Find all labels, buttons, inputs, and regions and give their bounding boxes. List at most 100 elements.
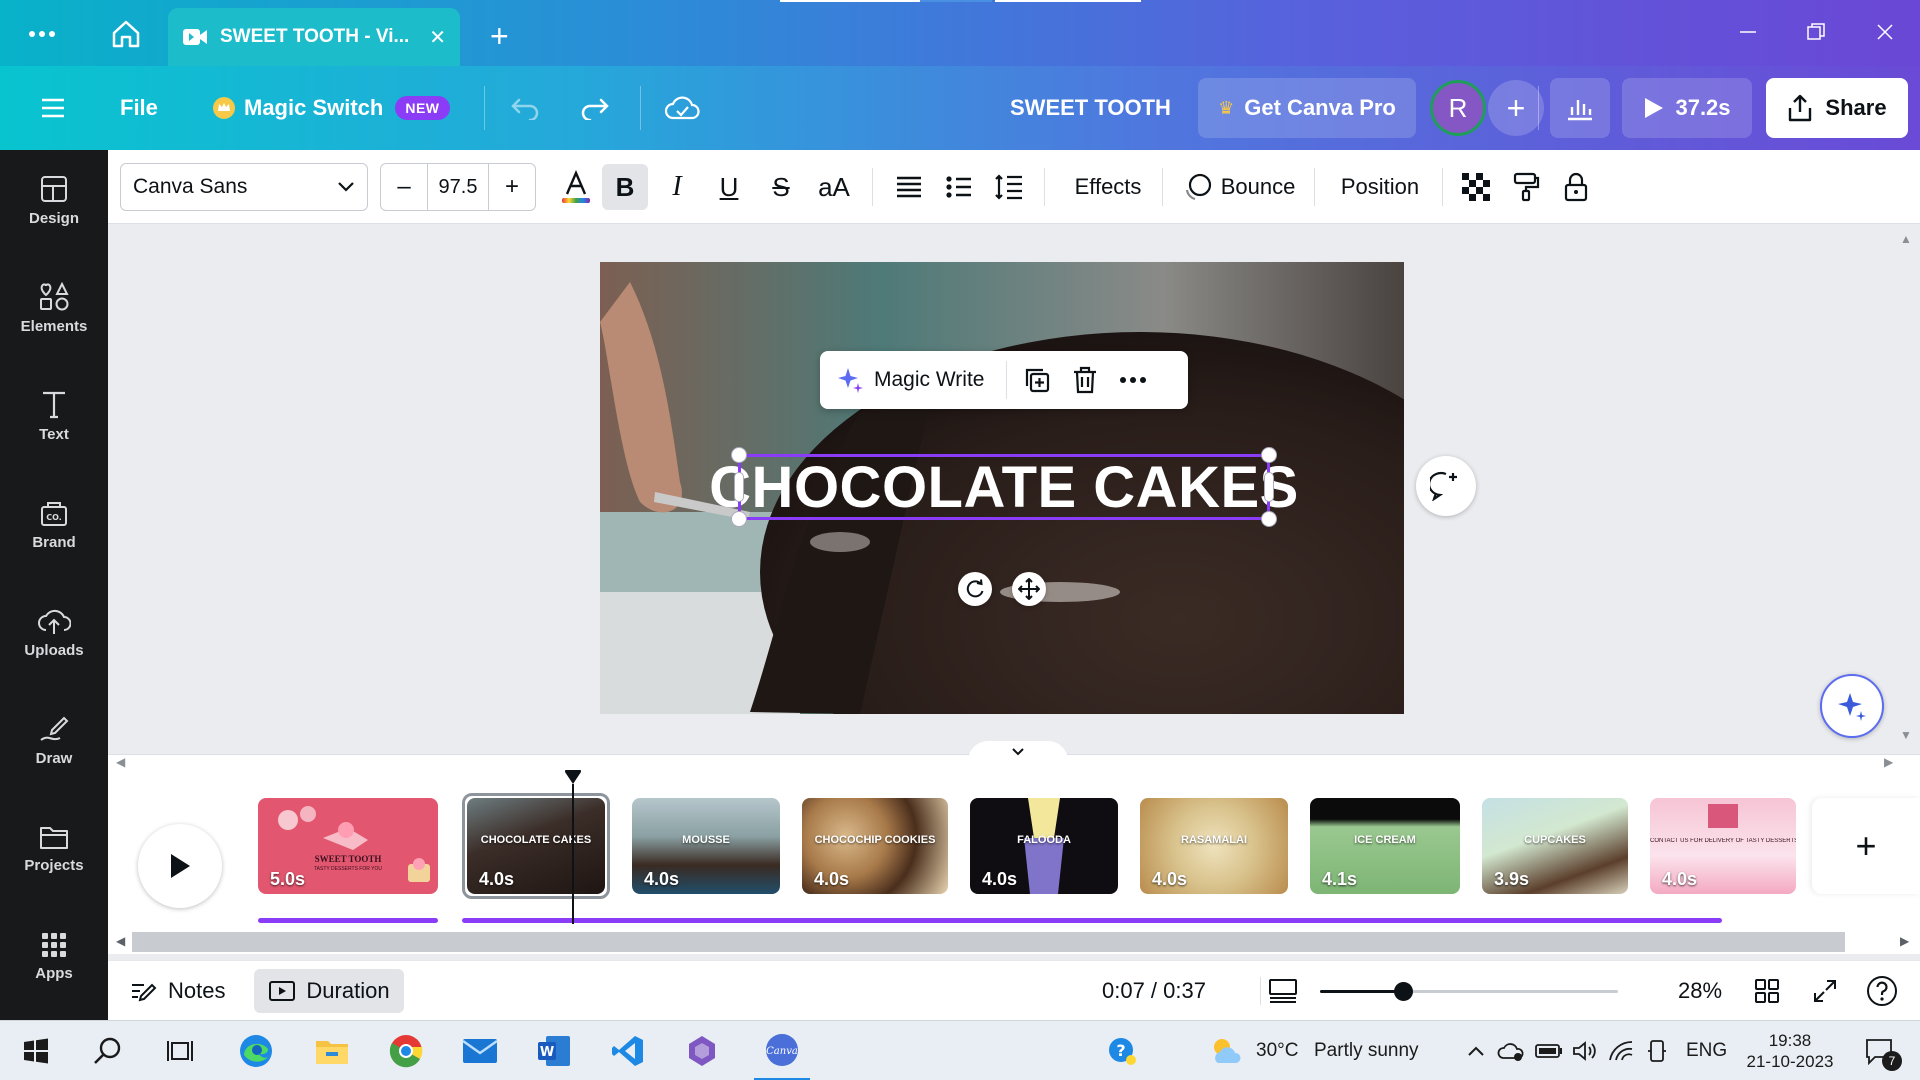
onedrive-icon[interactable] <box>1496 1021 1526 1080</box>
sidebar-item-elements[interactable]: Elements <box>0 258 108 358</box>
scroll-up-icon[interactable]: ▲ <box>1900 232 1912 246</box>
device-icon[interactable] <box>1642 1021 1672 1080</box>
clock[interactable]: 19:38 21-10-2023 <box>1740 1025 1840 1077</box>
position-button[interactable]: Position <box>1330 150 1430 224</box>
wifi-icon[interactable] <box>1606 1021 1636 1080</box>
timeline-scrollbar[interactable] <box>132 932 1845 952</box>
sidebar-item-brand[interactable]: CO. Brand <box>0 474 108 574</box>
resize-handle[interactable] <box>1264 472 1274 502</box>
scene-thumbnail[interactable]: FALOODA 4.0s <box>970 798 1118 894</box>
grid-view-icon[interactable] <box>1754 961 1780 1021</box>
scene-thumbnail[interactable]: ICE CREAM 4.1s <box>1310 798 1460 894</box>
resize-handle[interactable] <box>734 472 744 502</box>
magic-write-button[interactable]: Magic Write <box>820 351 1000 409</box>
redo-icon[interactable] <box>580 66 610 150</box>
resize-handle[interactable] <box>731 447 747 463</box>
avatar[interactable]: R <box>1430 80 1486 136</box>
font-size-input[interactable]: 97.5 <box>427 164 489 210</box>
fullscreen-icon[interactable] <box>1812 961 1838 1021</box>
magic-switch-button[interactable]: Magic Switch NEW <box>212 66 450 150</box>
browser-menu-icon[interactable] <box>26 20 58 44</box>
file-menu[interactable]: File <box>120 66 158 150</box>
scene-thumbnail[interactable]: CHOCOCHIP COOKIES 4.0s <box>802 798 948 894</box>
transparency-icon[interactable] <box>1454 150 1498 224</box>
rotate-icon[interactable] <box>958 572 992 606</box>
sidebar-item-projects[interactable]: Projects <box>0 798 108 898</box>
sidebar-item-draw[interactable]: Draw <box>0 690 108 790</box>
home-icon[interactable] <box>110 18 142 50</box>
move-icon[interactable] <box>1012 572 1046 606</box>
edge-browser-icon[interactable] <box>234 1021 278 1080</box>
sidebar-item-apps[interactable]: Apps <box>0 906 108 1006</box>
zoom-slider-track[interactable] <box>1320 982 1618 1001</box>
play-timeline-button[interactable] <box>138 824 222 908</box>
scroll-left-icon[interactable]: ◀ <box>116 755 125 769</box>
design-title[interactable]: SWEET TOOTH <box>1010 66 1171 150</box>
font-family-select[interactable]: Canva Sans <box>120 163 368 211</box>
page-view-icon[interactable] <box>1268 961 1298 1021</box>
sidebar-item-text[interactable]: Text <box>0 366 108 466</box>
playhead-line[interactable] <box>572 784 574 924</box>
chrome-icon[interactable] <box>384 1021 428 1080</box>
collapse-timeline-icon[interactable] <box>968 741 1068 763</box>
hamburger-menu-icon[interactable] <box>40 66 66 150</box>
align-justify-icon[interactable] <box>886 150 932 224</box>
weather-icon[interactable] <box>1206 1021 1246 1080</box>
close-tab-icon[interactable]: ✕ <box>429 25 446 50</box>
italic-button[interactable]: I <box>654 150 700 224</box>
scene-thumbnail[interactable]: RASAMALAI 4.0s <box>1140 798 1288 894</box>
line-spacing-icon[interactable] <box>986 150 1032 224</box>
browser-tab[interactable]: SWEET TOOTH - Vi... ✕ <box>168 8 460 66</box>
sidebar-item-design[interactable]: Design <box>0 150 108 250</box>
scene-thumbnail[interactable]: CONTACT US FOR DELIVERY OF TASTY DESSERT… <box>1650 798 1796 894</box>
help-icon[interactable] <box>1866 961 1898 1021</box>
text-color-icon[interactable] <box>552 150 600 224</box>
scene-thumbnail[interactable]: SWEET TOOTH TASTY DESSERTS FOR YOU 5.0s <box>258 798 438 894</box>
battery-icon[interactable] <box>1534 1021 1564 1080</box>
animate-button[interactable]: Bounce <box>1174 150 1304 224</box>
get-canva-pro-button[interactable]: ♛ Get Canva Pro <box>1198 78 1416 138</box>
file-explorer-icon[interactable] <box>310 1021 354 1080</box>
copilot-icon[interactable] <box>680 1021 724 1080</box>
undo-icon[interactable] <box>510 66 540 150</box>
new-tab-icon[interactable]: + <box>490 18 509 55</box>
cloud-saved-icon[interactable] <box>664 66 700 150</box>
scene-thumbnail[interactable]: MOUSSE 4.0s <box>632 798 780 894</box>
help-tips-icon[interactable]: ? <box>1102 1021 1142 1080</box>
sidebar-item-uploads[interactable]: Uploads <box>0 582 108 682</box>
scroll-down-icon[interactable]: ▼ <box>1900 728 1912 742</box>
duplicate-icon[interactable] <box>1013 351 1061 409</box>
search-icon[interactable] <box>88 1021 128 1080</box>
magic-assistant-icon[interactable] <box>1820 674 1884 738</box>
add-comment-icon[interactable] <box>1416 456 1476 516</box>
delete-icon[interactable] <box>1061 351 1109 409</box>
share-button[interactable]: Share <box>1766 78 1908 138</box>
invite-plus-icon[interactable]: + <box>1488 80 1544 136</box>
scene-thumbnail-selected[interactable]: CHOCOLATE CAKES 4.0s <box>467 798 605 894</box>
effects-button[interactable]: Effects <box>1058 150 1158 224</box>
mail-icon[interactable] <box>458 1021 502 1080</box>
windows-start-icon[interactable] <box>16 1021 56 1080</box>
duration-button[interactable]: Duration <box>254 969 404 1013</box>
restore-icon[interactable] <box>1806 22 1826 42</box>
chevron-up-icon[interactable] <box>1464 1021 1488 1080</box>
bold-button[interactable]: B <box>602 164 648 210</box>
bullet-list-icon[interactable] <box>936 150 982 224</box>
more-options-icon[interactable] <box>1109 351 1157 409</box>
vscode-icon[interactable] <box>606 1021 650 1080</box>
decrease-font-size-button[interactable]: – <box>381 164 427 210</box>
underline-button[interactable]: U <box>706 150 752 224</box>
language-indicator[interactable]: ENG <box>1686 1021 1727 1080</box>
zoom-slider-knob[interactable] <box>1394 982 1413 1001</box>
present-play-button[interactable]: 37.2s <box>1622 78 1752 138</box>
resize-handle[interactable] <box>1261 447 1277 463</box>
scene-thumbnail[interactable]: CUPCAKES 3.9s <box>1482 798 1628 894</box>
copy-style-icon[interactable] <box>1504 150 1548 224</box>
letter-case-button[interactable]: aA <box>808 150 860 224</box>
canva-app-icon[interactable]: Canva <box>754 1021 810 1080</box>
task-view-icon[interactable] <box>160 1021 200 1080</box>
strikethrough-button[interactable]: S <box>758 150 804 224</box>
add-page-button[interactable]: + <box>1812 798 1920 894</box>
lock-icon[interactable] <box>1554 150 1598 224</box>
minimize-icon[interactable] <box>1738 20 1758 40</box>
